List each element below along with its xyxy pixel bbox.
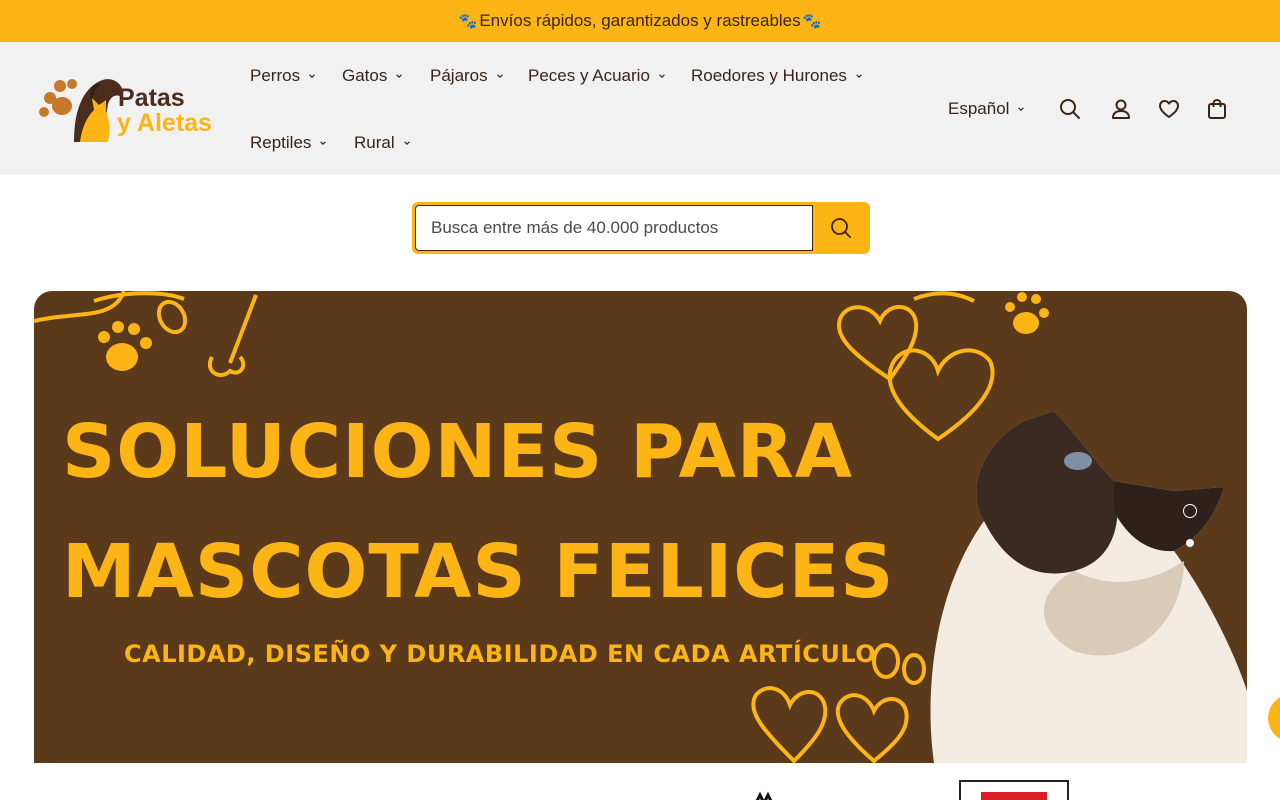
- product-search: [412, 202, 870, 254]
- chevron-down-icon: [403, 141, 410, 146]
- chevron-down-icon: [496, 74, 503, 79]
- nav-item-roedores-hurones[interactable]: Roedores y Hurones: [691, 66, 863, 86]
- banner-subheadline: CALIDAD, DISEÑO Y DURABILIDAD EN CADA AR…: [124, 640, 877, 668]
- nav-item-label: Rural: [354, 133, 395, 152]
- logo-line-2: y Aletas: [117, 109, 212, 137]
- chat-bubble-button[interactable]: [1268, 694, 1280, 742]
- search-input[interactable]: [415, 205, 813, 251]
- paw-icon: [98, 321, 152, 371]
- banner-headline-line-1: SOLUCIONES PARA: [62, 409, 854, 495]
- site-logo[interactable]: Patas y Aletas: [36, 70, 226, 150]
- nav-item-gatos[interactable]: Gatos: [342, 66, 403, 86]
- cat-image: [930, 411, 1247, 763]
- main-navigation: Perros Gatos Pájaros Peces y Acuario Roe…: [250, 42, 890, 175]
- language-label: Español: [948, 99, 1010, 118]
- chevron-down-icon: [320, 141, 327, 146]
- logo-wordmark: Patas y Aletas: [117, 84, 212, 137]
- nav-item-label: Gatos: [342, 66, 388, 85]
- search-submit-button[interactable]: [815, 205, 867, 251]
- search-icon[interactable]: [1058, 97, 1082, 121]
- nav-item-label: Reptiles: [250, 133, 312, 152]
- language-selector[interactable]: Español: [948, 99, 1025, 119]
- carousel-dot-1[interactable]: [1183, 504, 1197, 518]
- nav-item-rural[interactable]: Rural: [354, 133, 411, 153]
- chevron-down-icon: [309, 74, 315, 79]
- chevron-down-icon: [1018, 107, 1025, 112]
- brand-logo-strip: [0, 763, 1280, 800]
- brand-logo[interactable]: [748, 791, 788, 800]
- nav-item-label: Peces y Acuario: [528, 66, 650, 85]
- nav-item-label: Perros: [250, 66, 301, 85]
- chevron-down-icon: [856, 74, 862, 79]
- banner-decoration: [34, 291, 1247, 763]
- announcement-bar: 🐾 Envíos rápidos, garantizados y rastrea…: [0, 0, 1280, 42]
- banner-headline-line-2: MASCOTAS FELICES: [62, 529, 895, 615]
- nav-item-perros[interactable]: Perros: [250, 66, 316, 86]
- brand-logo-mark: [981, 792, 1047, 800]
- hero-banner[interactable]: SOLUCIONES PARA MASCOTAS FELICES CALIDAD…: [34, 291, 1247, 763]
- nav-item-pajaros[interactable]: Pájaros: [430, 66, 504, 86]
- paw-icon: [1005, 292, 1049, 334]
- brand-logo[interactable]: [959, 780, 1069, 800]
- logo-line-1: Patas: [118, 84, 185, 112]
- cart-bag-icon[interactable]: [1205, 97, 1229, 121]
- pet-silhouette-icon: [39, 79, 122, 142]
- carousel-dot-2[interactable]: [1186, 539, 1194, 547]
- nav-item-label: Roedores y Hurones: [691, 66, 847, 85]
- announcement-text: Envíos rápidos, garantizados y rastreabl…: [479, 11, 801, 30]
- header-utilities: Español: [948, 42, 1238, 175]
- account-icon[interactable]: [1109, 97, 1133, 121]
- wishlist-heart-icon[interactable]: [1157, 97, 1181, 121]
- chevron-down-icon: [659, 74, 665, 79]
- chevron-down-icon: [396, 74, 403, 79]
- nav-item-peces-acuario[interactable]: Peces y Acuario: [528, 66, 666, 86]
- nav-item-reptiles[interactable]: Reptiles: [250, 133, 327, 153]
- search-icon: [831, 218, 851, 238]
- nav-item-label: Pájaros: [430, 66, 488, 85]
- paw-icon: 🐾: [802, 13, 822, 30]
- paw-icon: 🐾: [458, 13, 478, 30]
